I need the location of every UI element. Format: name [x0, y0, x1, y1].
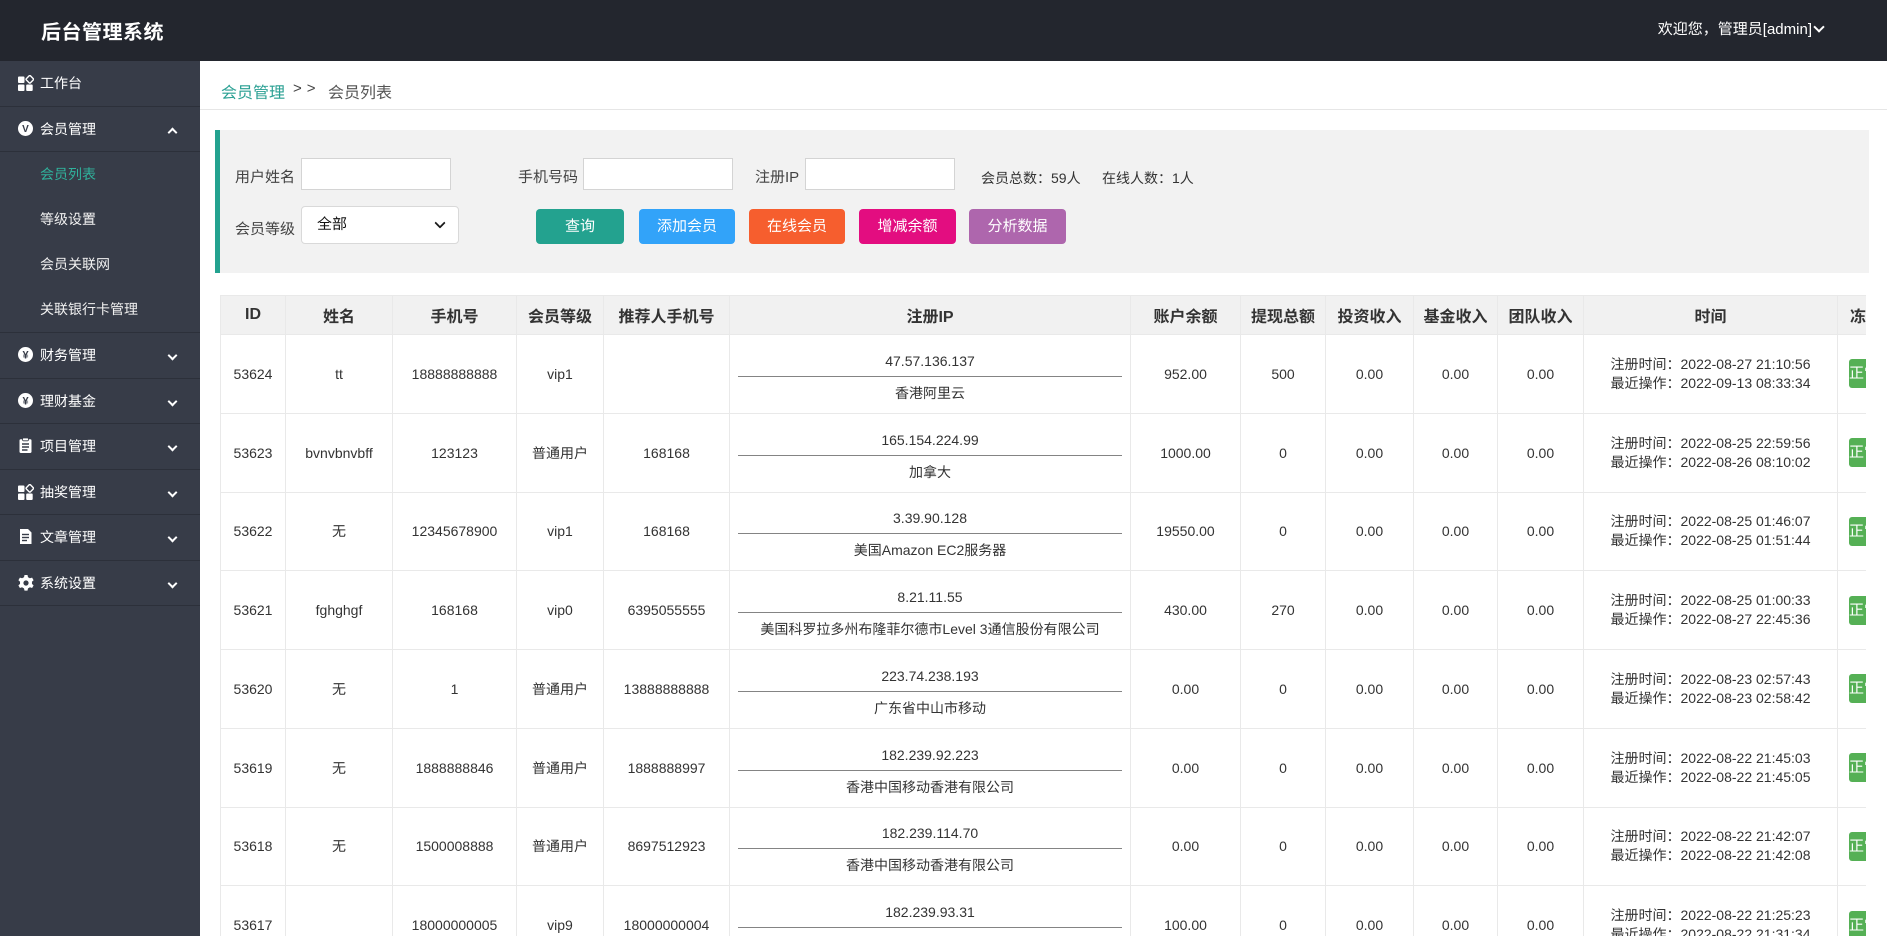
svg-text:V: V [22, 124, 29, 135]
svg-text:¥: ¥ [22, 349, 29, 361]
svg-text:¥: ¥ [22, 395, 29, 407]
